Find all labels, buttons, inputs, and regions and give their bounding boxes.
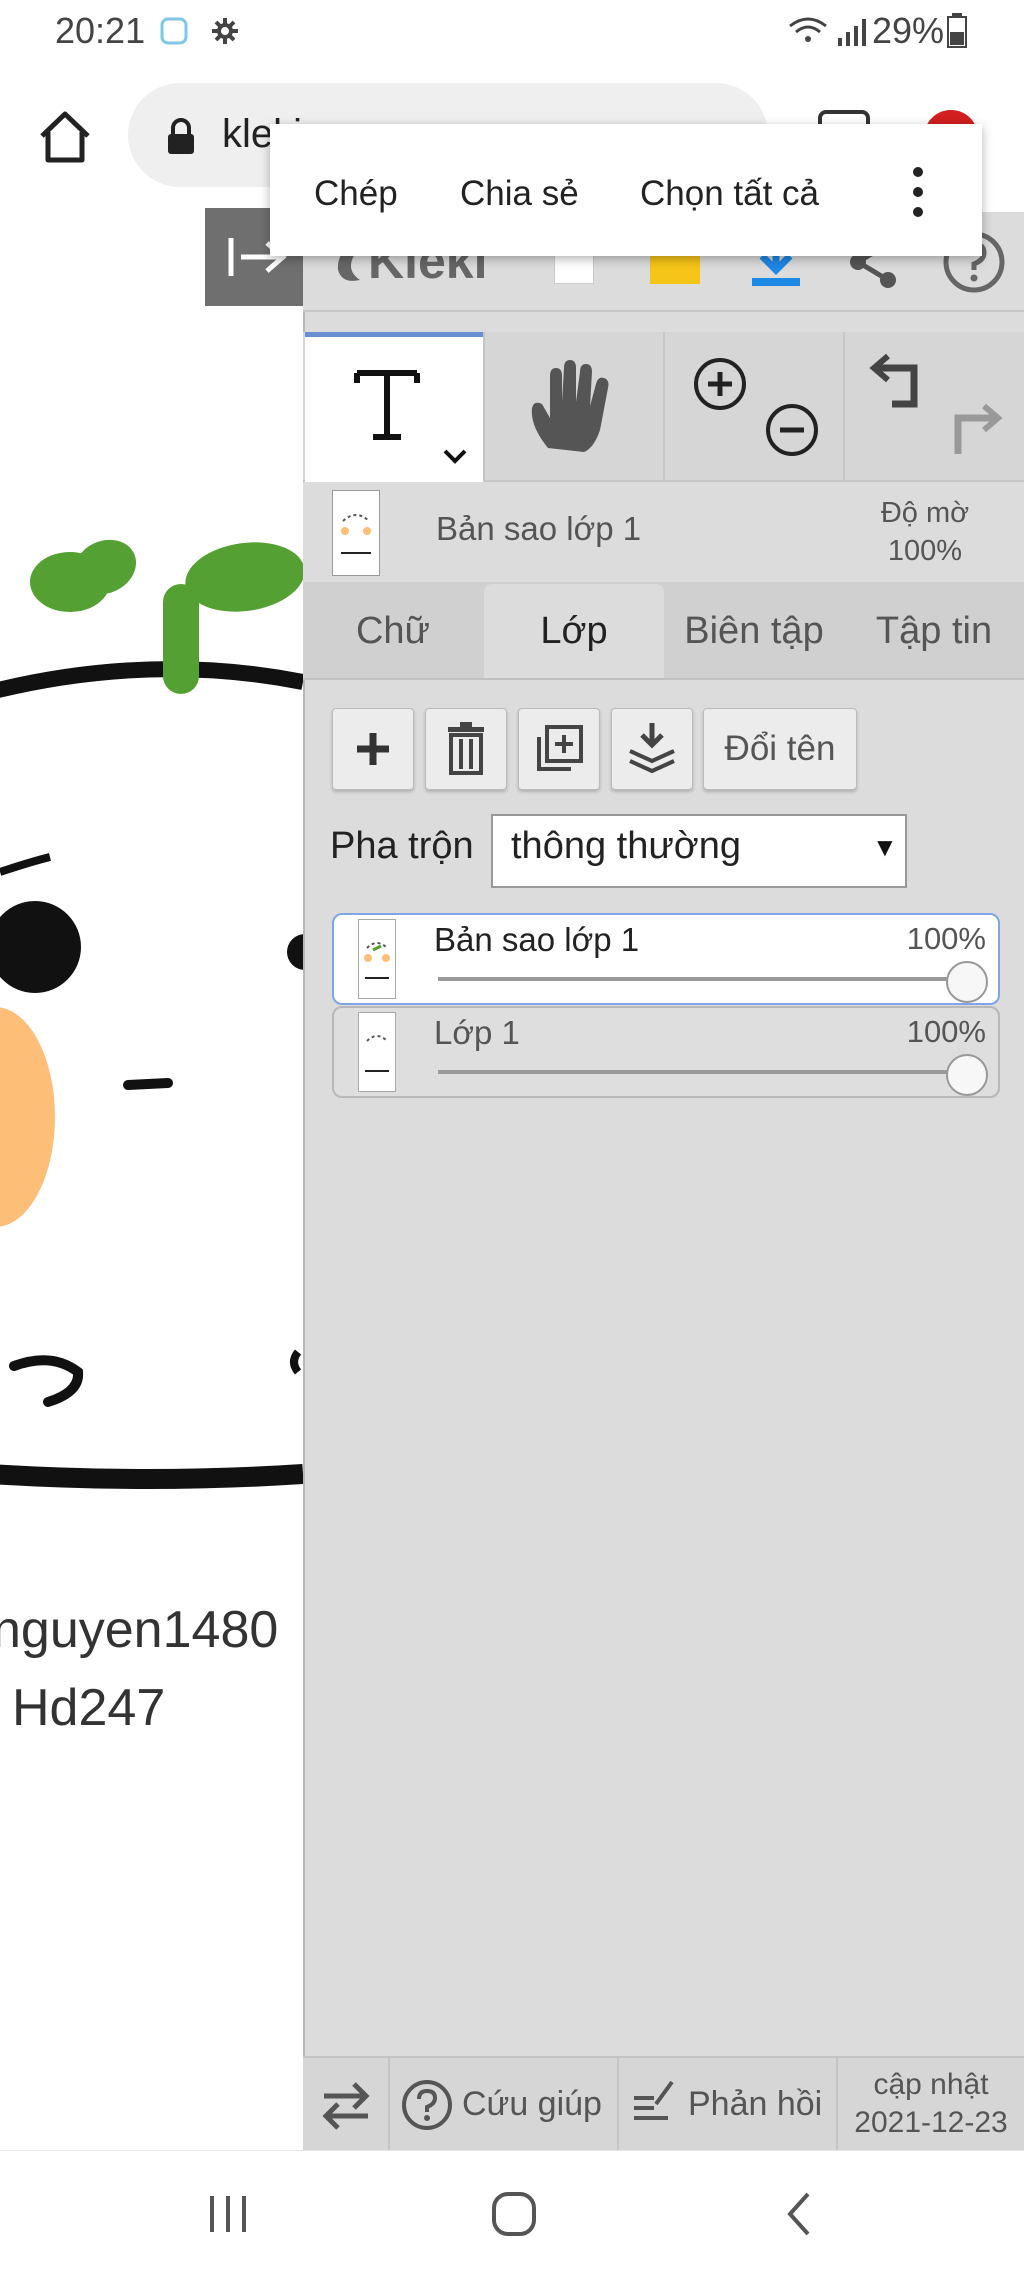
delete-layer-button[interactable] bbox=[425, 708, 507, 790]
copy-menu-item[interactable]: Chép bbox=[314, 174, 398, 214]
select-all-menu-item[interactable]: Chọn tất cả bbox=[640, 174, 819, 214]
opacity-value: 100% bbox=[887, 535, 963, 567]
battery-percent: 29% bbox=[872, 10, 945, 51]
tool-divider bbox=[483, 332, 485, 480]
help-button[interactable]: Cứu giúp bbox=[462, 2085, 602, 2124]
layer-thumbnail bbox=[358, 1012, 396, 1092]
wifi-signal-icon bbox=[789, 17, 866, 46]
layer-opacity-slider[interactable] bbox=[438, 977, 976, 981]
battery-icon bbox=[947, 13, 967, 48]
lock-icon bbox=[168, 118, 194, 154]
tool-divider bbox=[663, 332, 665, 480]
slider-handle[interactable] bbox=[946, 1054, 988, 1096]
duplicate-icon bbox=[537, 725, 583, 771]
back-nav-icon[interactable] bbox=[784, 2190, 814, 2238]
duplicate-layer-button[interactable] bbox=[518, 708, 600, 790]
bottom-divider bbox=[617, 2058, 619, 2150]
update-label: cập nhật bbox=[873, 2068, 989, 2101]
tool-divider bbox=[843, 332, 845, 480]
dropdown-arrow-icon: ▼ bbox=[872, 832, 898, 862]
tab-layer[interactable]: Lớp bbox=[484, 584, 664, 678]
blend-mode-label: Pha trộn bbox=[330, 825, 474, 867]
layer-list-item[interactable]: Lớp 1 100% bbox=[332, 1006, 1000, 1098]
layer-name: Bản sao lớp 1 bbox=[434, 921, 640, 958]
help-circle-icon[interactable] bbox=[400, 2078, 454, 2132]
merge-down-button[interactable] bbox=[611, 708, 693, 790]
drawing-illustration bbox=[0, 539, 303, 1489]
hand-tool-icon[interactable] bbox=[524, 360, 614, 456]
merge-down-icon bbox=[629, 723, 675, 774]
layer-name: Lớp 1 bbox=[434, 1014, 520, 1051]
tab-file[interactable]: Tập tin bbox=[844, 584, 1024, 678]
status-notification-icons bbox=[160, 17, 238, 45]
layer-thumbnail bbox=[358, 919, 396, 999]
active-layer-name: Bản sao lớp 1 bbox=[436, 510, 642, 547]
more-vert-icon[interactable] bbox=[910, 166, 926, 218]
layer-opacity: 100% bbox=[906, 1014, 986, 1049]
update-info[interactable]: cập nhật 2021-12-23 bbox=[838, 2066, 1024, 2142]
tab-text[interactable]: Chữ bbox=[305, 584, 481, 678]
status-bar bbox=[0, 0, 1024, 62]
text-tool-button[interactable] bbox=[305, 332, 483, 485]
status-time: 20:21 bbox=[55, 10, 146, 51]
layer-list-item[interactable]: Bản sao lớp 1 100% bbox=[332, 913, 1000, 1005]
bottom-divider bbox=[388, 2058, 390, 2150]
slider-handle[interactable] bbox=[946, 961, 988, 1003]
canvas-text-tag: Hd247 bbox=[12, 1679, 166, 1737]
blend-mode-value: thông thường bbox=[511, 825, 741, 867]
recent-apps-icon[interactable] bbox=[206, 2192, 250, 2236]
add-layer-button[interactable] bbox=[332, 708, 414, 790]
zoom-out-icon[interactable] bbox=[762, 400, 822, 460]
text-context-menu: Chép Chia sẻ Chọn tất cả bbox=[270, 124, 982, 256]
layer-opacity: 100% bbox=[906, 921, 986, 956]
share-menu-item[interactable]: Chia sẻ bbox=[460, 174, 579, 214]
tab-edit[interactable]: Biên tập bbox=[664, 584, 844, 678]
canvas-text-username: nguyen1480 bbox=[0, 1601, 279, 1659]
home-nav-icon[interactable] bbox=[490, 2190, 538, 2238]
plus-icon bbox=[357, 733, 389, 765]
home-icon[interactable] bbox=[38, 110, 92, 164]
opacity-readout: Độ mờ 100% bbox=[860, 494, 990, 570]
drawing-canvas[interactable]: nguyen1480 Hd247 bbox=[0, 212, 303, 2150]
swap-side-icon[interactable] bbox=[318, 2080, 374, 2130]
redo-icon[interactable] bbox=[944, 400, 1004, 460]
undo-icon[interactable] bbox=[868, 352, 932, 412]
feedback-icon[interactable] bbox=[632, 2078, 676, 2128]
feedback-button[interactable]: Phản hồi bbox=[688, 2085, 822, 2124]
active-layer-thumbnail bbox=[332, 490, 380, 576]
update-date: 2021-12-23 bbox=[854, 2106, 1008, 2139]
rename-layer-button[interactable]: Đổi tên bbox=[703, 708, 857, 790]
zoom-in-icon[interactable] bbox=[690, 354, 750, 414]
trash-icon bbox=[448, 722, 484, 775]
opacity-label: Độ mờ bbox=[880, 497, 970, 529]
text-tool-icon bbox=[354, 370, 467, 464]
layer-opacity-slider[interactable] bbox=[438, 1070, 976, 1074]
